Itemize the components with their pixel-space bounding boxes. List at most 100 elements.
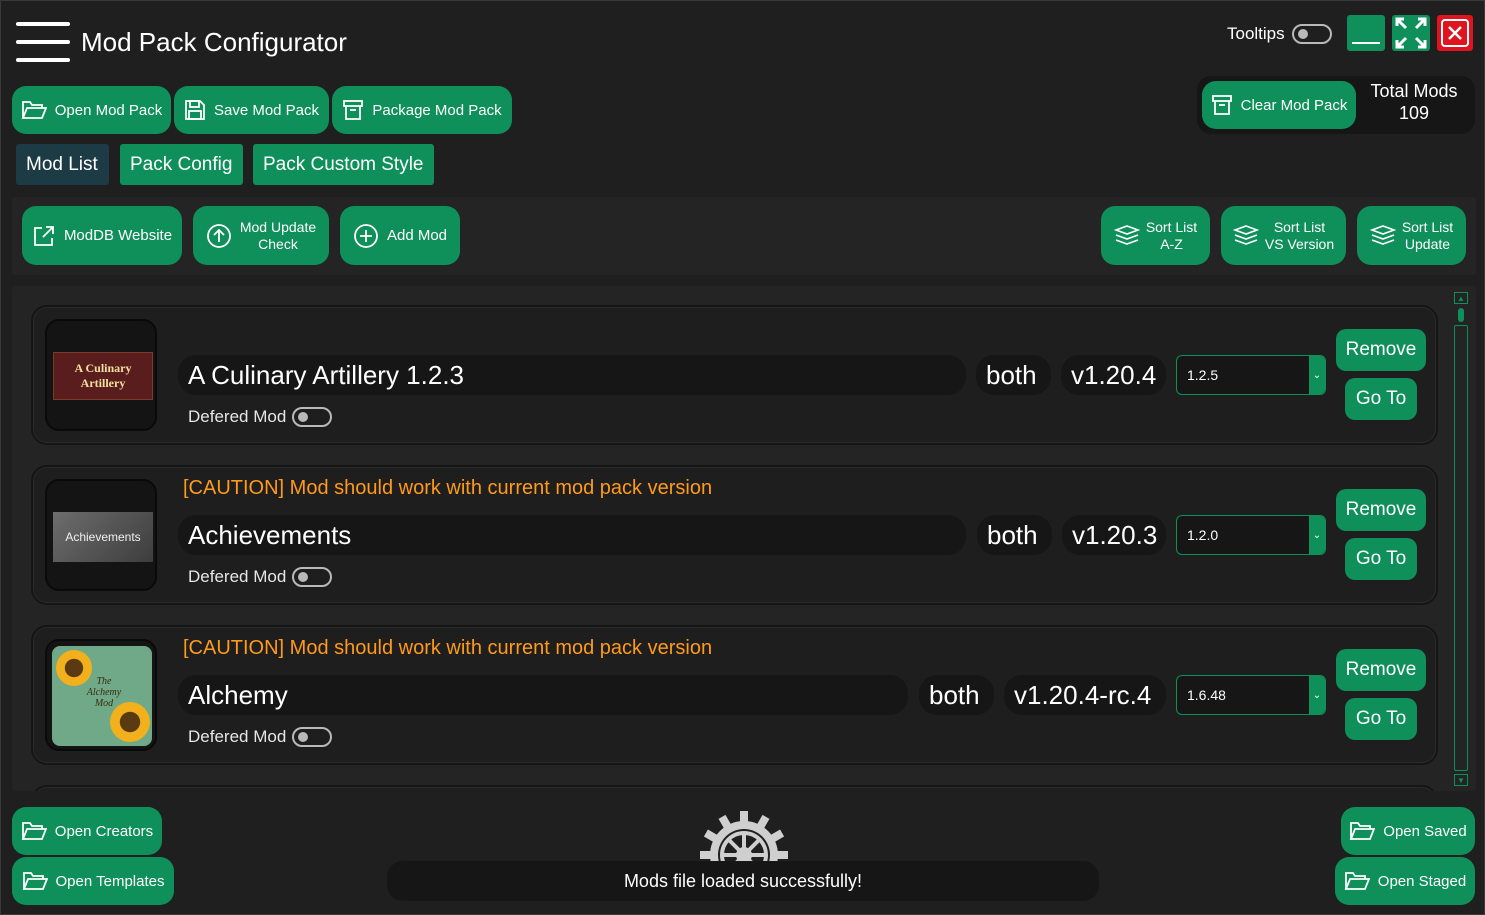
gear-icon xyxy=(696,807,792,861)
moddb-website-label: ModDB Website xyxy=(63,227,173,244)
defered-mod-label: Defered Mod xyxy=(188,407,287,426)
folder-open-icon xyxy=(22,872,48,890)
save-mod-pack-label: Save Mod Pack xyxy=(213,101,320,119)
defered-mod-toggle[interactable] xyxy=(292,567,332,587)
scroll-thumb[interactable] xyxy=(1458,308,1464,322)
sort-az-line2: A-Z xyxy=(1160,235,1183,252)
close-icon xyxy=(1441,19,1469,47)
mod-update-check-line2: Check xyxy=(258,235,298,252)
sort-update-line2: Update xyxy=(1404,235,1451,252)
open-templates-button[interactable]: Open Templates xyxy=(12,857,174,905)
layers-icon xyxy=(1113,224,1140,245)
clear-mod-pack-label: Clear Mod Pack xyxy=(1240,96,1348,114)
mod-game-version-field: v1.20.4 xyxy=(1061,355,1166,395)
mod-version-select[interactable]: 1.2.5 ⌄ xyxy=(1176,355,1326,395)
tab-pack-custom-style[interactable]: Pack Custom Style xyxy=(253,144,434,185)
thumbnail-logo-text: Artillery xyxy=(80,376,126,390)
app-window: Mod Pack Configurator Tooltips Open Mod … xyxy=(0,0,1485,915)
go-to-button[interactable]: Go To xyxy=(1345,538,1417,580)
status-bar: Mods file loaded successfully! xyxy=(387,861,1099,901)
total-mods-label: Total Mods xyxy=(1370,81,1458,101)
tab-pack-config[interactable]: Pack Config xyxy=(120,144,243,185)
mod-name-field: A Culinary Artillery 1.2.3 xyxy=(178,355,966,395)
defered-mod-label: Defered Mod xyxy=(188,727,287,746)
mod-game-version-field: v1.20.4-rc.4 xyxy=(1004,675,1166,715)
mod-thumbnail: A Culinary Artillery xyxy=(53,352,153,400)
mod-name-field: Achievements xyxy=(178,515,966,555)
thumbnail-logo-text-block: The Alchemy Mod xyxy=(80,676,128,709)
open-creators-label: Open Creators xyxy=(54,822,154,840)
sort-update-button[interactable]: Sort List Update xyxy=(1357,206,1466,265)
save-mod-pack-button[interactable]: Save Mod Pack xyxy=(174,86,329,134)
mod-card: A Culinary Artillery A Culinary Artiller… xyxy=(31,305,1438,445)
package-mod-pack-button[interactable]: Package Mod Pack xyxy=(332,86,512,134)
chevron-down-icon: ⌄ xyxy=(1309,356,1325,394)
tooltips-toggle[interactable] xyxy=(1292,24,1332,44)
close-button[interactable] xyxy=(1437,15,1473,51)
go-to-button[interactable]: Go To xyxy=(1345,378,1417,420)
thumbnail-logo-text: The xyxy=(96,676,112,687)
moddb-website-button[interactable]: ModDB Website xyxy=(22,206,182,265)
maximize-icon xyxy=(1395,17,1427,49)
sort-az-line1: Sort List xyxy=(1145,218,1198,235)
folder-open-icon xyxy=(1344,872,1370,890)
mod-thumbnail-frame: A Culinary Artillery xyxy=(45,319,157,431)
sort-vs-line1: Sort List xyxy=(1273,218,1326,235)
mod-version-value: 1.2.0 xyxy=(1187,527,1219,543)
mod-card: Achievements [CAUTION] Mod should work w… xyxy=(31,465,1438,605)
add-mod-label: Add Mod xyxy=(386,227,448,244)
go-to-button[interactable]: Go To xyxy=(1345,698,1417,740)
upload-circle-icon xyxy=(206,223,231,248)
scroll-track xyxy=(1454,325,1468,771)
maximize-button[interactable] xyxy=(1392,15,1430,51)
defered-mod-toggle[interactable] xyxy=(292,727,332,747)
scroll-down-arrow[interactable]: ▼ xyxy=(1454,774,1468,786)
mod-version-select[interactable]: 1.6.48 ⌄ xyxy=(1176,675,1326,715)
open-mod-pack-button[interactable]: Open Mod Pack xyxy=(12,86,171,134)
mod-name-field: Alchemy xyxy=(178,675,908,715)
mod-update-check-line1: Mod Update xyxy=(239,218,317,235)
page-title: Mod Pack Configurator xyxy=(81,27,347,57)
mod-game-version-field: v1.20.3 xyxy=(1062,515,1166,555)
open-saved-label: Open Saved xyxy=(1383,822,1467,840)
thumbnail-logo-text: A Culinary xyxy=(74,361,132,375)
open-staged-button[interactable]: Open Staged xyxy=(1335,857,1475,905)
mod-version-value: 1.2.5 xyxy=(1187,367,1219,383)
layers-icon xyxy=(1369,224,1396,245)
minimize-button[interactable] xyxy=(1347,15,1385,51)
folder-open-icon xyxy=(21,101,47,119)
remove-button[interactable]: Remove xyxy=(1336,649,1426,691)
hamburger-menu-icon[interactable] xyxy=(16,21,70,63)
status-message: Mods file loaded successfully! xyxy=(623,870,863,891)
mod-side-field: both xyxy=(976,355,1051,395)
sort-az-button[interactable]: Sort List A-Z xyxy=(1101,206,1210,265)
mod-side-field: both xyxy=(977,515,1052,555)
open-creators-button[interactable]: Open Creators xyxy=(12,807,162,855)
scroll-up-arrow[interactable]: ▲ xyxy=(1454,292,1468,304)
open-templates-label: Open Templates xyxy=(55,872,165,890)
mod-version-value: 1.6.48 xyxy=(1187,687,1226,703)
chevron-down-icon: ⌄ xyxy=(1309,676,1325,714)
mod-version-select[interactable]: 1.2.0 ⌄ xyxy=(1176,515,1326,555)
sort-vs-version-button[interactable]: Sort List VS Version xyxy=(1221,206,1346,265)
clear-mod-pack-button[interactable]: Clear Mod Pack xyxy=(1202,81,1356,129)
open-staged-label: Open Staged xyxy=(1377,872,1467,890)
sort-update-line1: Sort List xyxy=(1401,218,1454,235)
save-icon xyxy=(185,100,205,120)
defered-mod-toggle[interactable] xyxy=(292,407,332,427)
mod-card xyxy=(31,785,1438,791)
remove-button[interactable]: Remove xyxy=(1336,329,1426,371)
archive-icon xyxy=(1211,95,1232,115)
package-mod-pack-label: Package Mod Pack xyxy=(372,101,502,119)
tab-mod-list[interactable]: Mod List xyxy=(16,144,109,185)
open-saved-button[interactable]: Open Saved xyxy=(1341,807,1475,855)
folder-open-icon xyxy=(1349,822,1376,840)
remove-button[interactable]: Remove xyxy=(1336,489,1426,531)
caution-message: [CAUTION] Mod should work with current m… xyxy=(183,637,713,659)
total-mods-count: 109 xyxy=(1398,103,1430,123)
open-mod-pack-label: Open Mod Pack xyxy=(54,101,163,119)
mod-update-check-button[interactable]: Mod Update Check xyxy=(193,206,329,265)
sort-vs-version-text: Sort List VS Version xyxy=(1265,219,1334,253)
add-mod-button[interactable]: Add Mod xyxy=(340,206,460,265)
scrollbar[interactable]: ▲ ▼ xyxy=(1453,292,1469,788)
